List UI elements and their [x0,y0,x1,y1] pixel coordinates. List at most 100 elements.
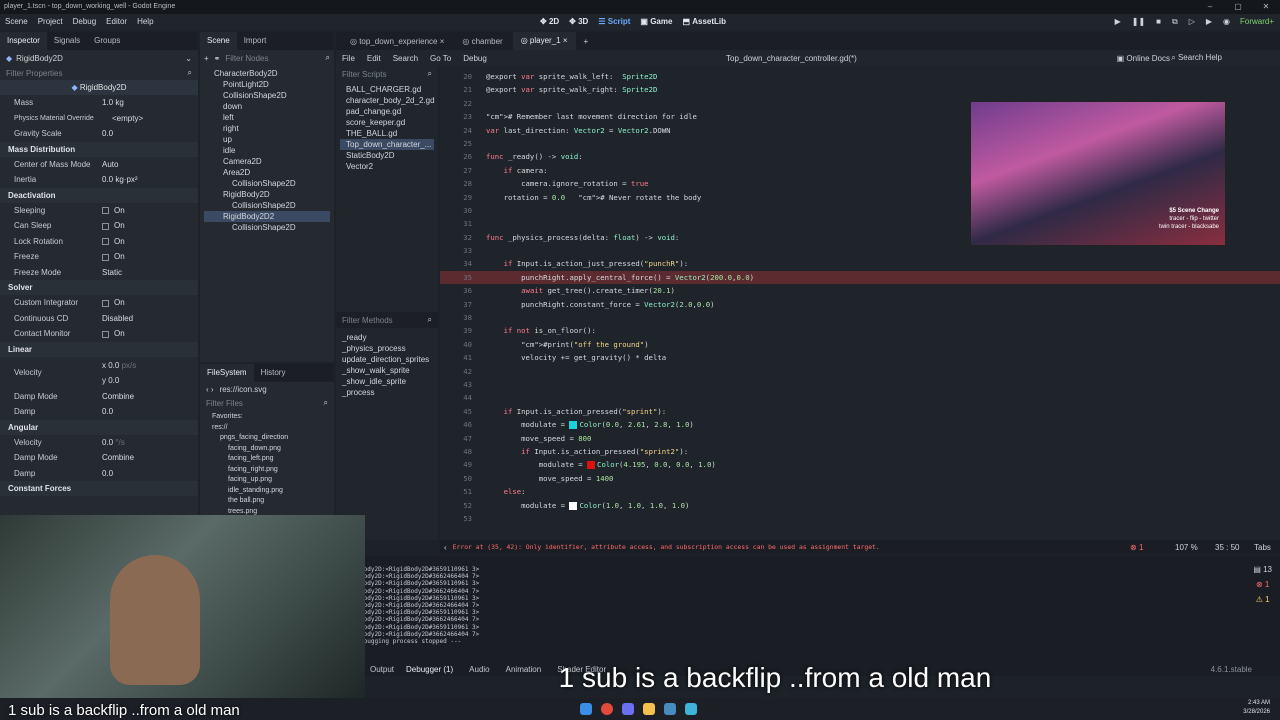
tab-history[interactable]: History [254,364,293,382]
code-line[interactable]: 38 [440,311,1280,324]
filter-scripts[interactable]: Filter Scripts ⌕ [336,66,438,82]
prop-value[interactable]: 0.0 kg·px² [102,175,198,184]
movie-icon[interactable]: ◉ [1223,14,1230,30]
prop-linear-velocity[interactable]: Velocity x 0.0 px/s y 0.0 [0,357,198,389]
line-number[interactable]: 27 [440,164,486,177]
line-number[interactable]: 23 [440,110,486,123]
code-line[interactable]: 21 @export var sprite_walk_right: Sprite2… [440,83,1280,96]
line-number[interactable]: 35 [440,271,486,284]
line-number[interactable]: 38 [440,311,486,324]
filter-methods[interactable]: Filter Methods ⌕ [336,312,438,328]
prop-angular-damp-mode[interactable]: Damp Mode Combine [0,450,198,466]
scene-tab-top-down[interactable]: ◎ top_down_experience × [342,37,452,46]
prop-value[interactable]: Disabled [102,314,198,323]
section-angular[interactable]: Angular [0,419,198,435]
script-menu-file[interactable]: File [336,54,361,63]
prop-value[interactable]: 1.0 kg [102,98,198,107]
line-number[interactable]: 53 [440,512,486,525]
file-item[interactable]: res:// [206,423,328,434]
prop-gravity-scale[interactable]: Gravity Scale 0.0 [0,126,198,142]
line-number[interactable]: 36 [440,284,486,297]
add-scene-tab-icon[interactable]: + [578,37,595,46]
section-mass-distribution[interactable]: Mass Distribution [0,141,198,157]
scene-node[interactable]: CollisionShape2D [204,178,330,189]
line-number[interactable]: 30 [440,204,486,217]
line-number[interactable]: 44 [440,391,486,404]
scene-node[interactable]: RigidBody2D2 [204,211,330,222]
code-line[interactable]: 40 "cm">#print("off the ground") [440,338,1280,351]
line-number[interactable]: 20 [440,70,486,83]
scene-tab-player[interactable]: ◎ player_1 × [512,32,576,50]
collapse-icon[interactable]: ‹ [444,543,447,552]
prop-value[interactable]: 0.0 [102,438,113,447]
method-item[interactable]: _ready [342,332,429,343]
prop-physics-material[interactable]: Physics Material Override <empty> [0,111,198,127]
code-line[interactable]: 49 modulate = Color(4.195, 0.0, 0.0, 1.0… [440,458,1280,471]
line-number[interactable]: 52 [440,499,486,512]
line-number[interactable]: 49 [440,458,486,471]
tab-groups[interactable]: Groups [87,32,127,50]
menu-editor[interactable]: Editor [101,14,132,30]
maximize-button[interactable]: ▢ [1224,0,1252,14]
prop-linear-damp-mode[interactable]: Damp Mode Combine [0,389,198,405]
line-number[interactable]: 25 [440,137,486,150]
script-item[interactable]: Vector2 [340,161,434,172]
code-line[interactable]: 41 velocity += get_gravity() * delta [440,351,1280,364]
prop-value[interactable]: Combine [102,453,198,462]
taskbar-clock[interactable]: 2:43 AM 3/28/2026 [1243,699,1270,717]
error-message[interactable]: Error at (35, 42): Only identifier, attr… [453,543,880,551]
scene-node[interactable]: idle [204,145,330,156]
file-item[interactable]: pngs_facing_direction [206,433,328,444]
script-item[interactable]: THE_BALL.gd [340,128,434,139]
prop-value[interactable]: 0.0 [102,469,198,478]
line-number[interactable]: 40 [440,338,486,351]
code-line[interactable]: 33 [440,244,1280,257]
code-line[interactable]: 39 if not is_on_floor(): [440,324,1280,337]
tab-script[interactable]: ☰ Script [598,14,630,30]
tab-inspector[interactable]: Inspector [0,32,47,50]
checkbox[interactable] [102,207,109,215]
close-button[interactable]: ✕ [1252,0,1280,14]
line-number[interactable]: 22 [440,97,486,110]
app-icon[interactable] [685,703,697,715]
tab-signals[interactable]: Signals [47,32,87,50]
filter-nodes-input[interactable]: Filter Nodes [225,54,320,63]
color-swatch[interactable] [569,421,578,430]
code-line[interactable]: 52 modulate = Color(1.0, 1.0, 1.0, 1.0) [440,499,1280,512]
line-number[interactable]: 45 [440,405,486,418]
checkbox[interactable] [102,238,109,246]
chrome-icon[interactable] [601,703,613,715]
online-docs-link[interactable]: ▣ Online Docs [1117,54,1170,63]
line-number[interactable]: 21 [440,83,486,96]
tab-2d[interactable]: ✥ 2D [540,14,559,30]
script-menu-search[interactable]: Search [387,54,424,63]
filter-files-input[interactable]: Filter Files [206,399,324,408]
scene-tab-chamber[interactable]: ◎ chamber [454,37,510,46]
method-item[interactable]: _show_walk_sprite [342,365,429,376]
scene-node[interactable]: CollisionShape2D [204,200,330,211]
checkbox[interactable] [102,299,109,307]
line-number[interactable]: 37 [440,298,486,311]
scene-node[interactable]: down [204,101,330,112]
scene-node[interactable]: up [204,134,330,145]
filesystem-path[interactable]: res://icon.svg [220,385,328,394]
discord-icon[interactable] [622,703,634,715]
checkbox[interactable] [102,253,109,261]
tab-assetlib[interactable]: ⬒ AssetLib [682,14,726,30]
chevron-down-icon[interactable]: ⌄ [185,54,192,63]
script-item[interactable]: Top_down_character_... [340,139,434,150]
tab-output[interactable]: Output [366,665,398,674]
line-number[interactable]: 29 [440,191,486,204]
velocity-y[interactable]: y 0.0 [102,376,119,385]
code-line[interactable]: 42 [440,365,1280,378]
color-swatch[interactable] [569,501,578,510]
script-menu-debug[interactable]: Debug [457,54,493,63]
prop-custom-integrator[interactable]: Custom Integrator On [0,295,198,311]
line-number[interactable]: 24 [440,124,486,137]
file-item[interactable]: idle_standing.png [206,486,328,497]
code-line[interactable]: 20 @export var sprite_walk_left: Sprite2D [440,70,1280,83]
script-item[interactable]: StaticBody2D [340,150,434,161]
prop-sleeping[interactable]: Sleeping On [0,203,198,219]
prop-angular-damp[interactable]: Damp 0.0 [0,466,198,482]
file-item[interactable]: facing_down.png [206,444,328,455]
